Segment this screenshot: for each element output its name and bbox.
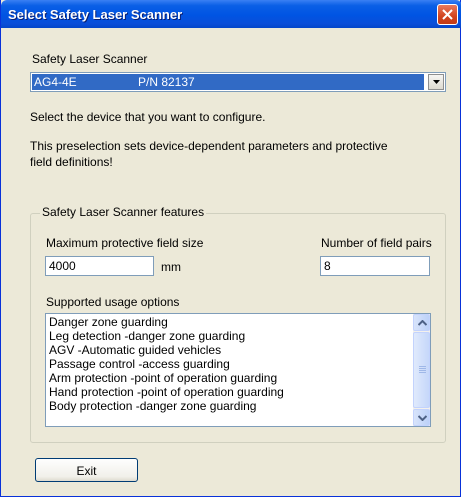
list-item[interactable]: Arm protection -point of operation guard…	[49, 371, 409, 385]
max-field-input[interactable]: 4000	[45, 256, 154, 276]
pairs-value: 8	[324, 259, 331, 273]
dropdown-button[interactable]	[428, 74, 444, 90]
chevron-down-icon	[433, 80, 440, 84]
usage-label: Supported usage options	[46, 295, 180, 309]
usage-options-list[interactable]: Danger zone guarding Leg detection -dang…	[45, 313, 431, 427]
scroll-thumb[interactable]	[413, 332, 430, 408]
pairs-label: Number of field pairs	[321, 236, 432, 250]
preselection-note-line2: field definitions!	[30, 155, 113, 169]
list-item[interactable]: Hand protection -point of operation guar…	[49, 385, 409, 399]
scroll-up-button[interactable]	[413, 314, 430, 331]
title-bar[interactable]: Select Safety Laser Scanner	[1, 0, 461, 28]
chevron-up-icon	[418, 320, 427, 326]
exit-button[interactable]: Exit	[35, 458, 138, 482]
max-field-unit: mm	[161, 260, 181, 274]
instruction-text: Select the device that you want to confi…	[30, 110, 266, 124]
max-field-label: Maximum protective field size	[46, 236, 204, 250]
scanner-selected-value: AG4-4E P/N 82137	[32, 74, 424, 90]
scanner-select[interactable]: AG4-4E P/N 82137	[30, 72, 446, 92]
preselection-note-line1: This preselection sets device-dependent …	[30, 139, 388, 153]
pairs-input[interactable]: 8	[320, 256, 430, 276]
scanner-label: Safety Laser Scanner	[32, 52, 148, 66]
chevron-down-icon	[418, 415, 427, 421]
dialog-window: Select Safety Laser Scanner Safety Laser…	[0, 0, 461, 497]
max-field-value: 4000	[49, 259, 76, 273]
list-item[interactable]: Body protection -danger zone guarding	[49, 399, 409, 413]
features-group-title: Safety Laser Scanner features	[40, 205, 207, 219]
scanner-model: AG4-4E	[34, 75, 77, 89]
list-item[interactable]: Passage control -access guarding	[49, 357, 409, 371]
window-title: Select Safety Laser Scanner	[8, 7, 183, 22]
scanner-part-number: P/N 82137	[138, 75, 195, 89]
scroll-down-button[interactable]	[413, 409, 430, 426]
list-item[interactable]: Danger zone guarding	[49, 315, 409, 329]
close-button[interactable]	[437, 4, 458, 25]
list-item[interactable]: Leg detection -danger zone guarding	[49, 329, 409, 343]
exit-button-label: Exit	[76, 464, 97, 478]
list-item[interactable]: AGV -Automatic guided vehicles	[49, 343, 409, 357]
vertical-scrollbar[interactable]	[413, 314, 430, 426]
close-icon	[442, 9, 453, 20]
